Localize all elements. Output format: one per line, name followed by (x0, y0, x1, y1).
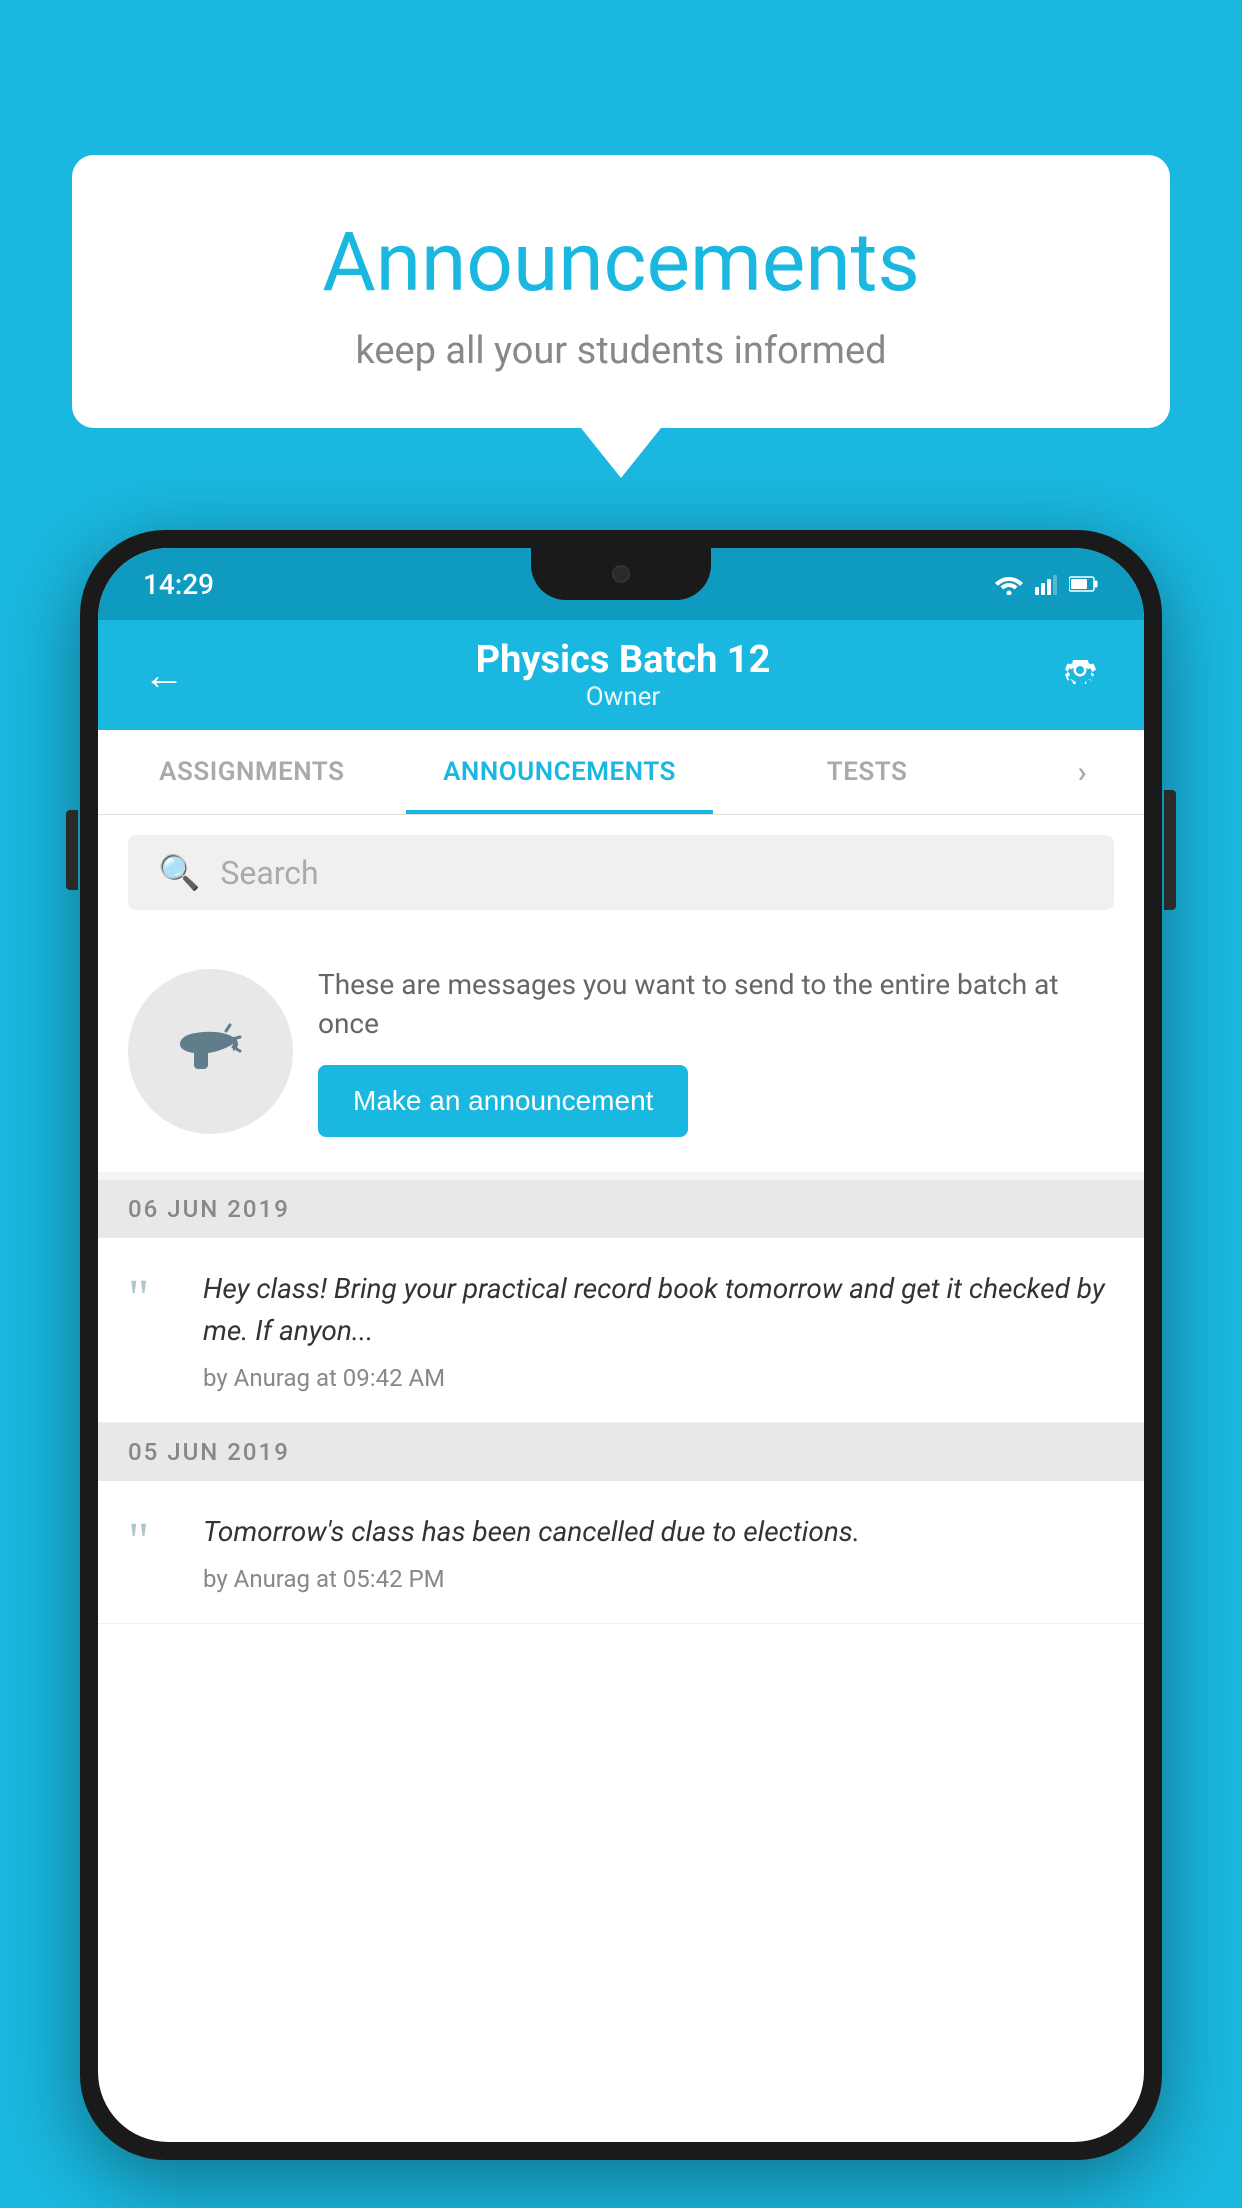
notch (531, 548, 711, 600)
status-icons (995, 573, 1099, 595)
app-bar-title: Physics Batch 12 (195, 638, 1051, 682)
back-button[interactable]: ← (133, 641, 195, 710)
tab-bar: ASSIGNMENTS ANNOUNCEMENTS TESTS › (98, 730, 1144, 815)
app-bar: ← Physics Batch 12 Owner (98, 620, 1144, 730)
app-bar-subtitle: Owner (195, 682, 1051, 712)
phone-mockup: 14:29 (80, 530, 1162, 2208)
tab-more[interactable]: › (1021, 730, 1144, 814)
make-announcement-button[interactable]: Make an announcement (318, 1065, 688, 1137)
promo-card: These are messages you want to send to t… (98, 930, 1144, 1172)
promo-content: These are messages you want to send to t… (318, 965, 1114, 1137)
app-bar-title-section: Physics Batch 12 Owner (195, 638, 1051, 712)
announcement-meta-2: by Anurag at 05:42 PM (203, 1565, 1114, 1593)
search-placeholder: Search (220, 854, 318, 892)
search-section: 🔍 Search (98, 815, 1144, 930)
promo-description: These are messages you want to send to t… (318, 965, 1114, 1043)
status-time: 14:29 (143, 568, 214, 601)
announcement-content-1: Hey class! Bring your practical record b… (203, 1268, 1114, 1392)
search-icon: 🔍 (158, 853, 200, 893)
search-bar[interactable]: 🔍 Search (128, 835, 1114, 910)
megaphone-icon (168, 1009, 253, 1094)
announcement-item-1[interactable]: " Hey class! Bring your practical record… (98, 1238, 1144, 1423)
speech-bubble-arrow (581, 428, 661, 478)
speech-bubble-subtitle: keep all your students informed (132, 329, 1110, 373)
battery-icon (1069, 575, 1099, 593)
announcement-icon-circle (128, 969, 293, 1134)
date-separator-1: 06 JUN 2019 (98, 1180, 1144, 1238)
wifi-icon (995, 573, 1023, 595)
speech-bubble-title: Announcements (132, 215, 1110, 311)
settings-button[interactable] (1051, 641, 1109, 709)
tab-announcements[interactable]: ANNOUNCEMENTS (406, 730, 714, 814)
announcement-item-2[interactable]: " Tomorrow's class has been cancelled du… (98, 1481, 1144, 1624)
announcement-text-2: Tomorrow's class has been cancelled due … (203, 1511, 1114, 1553)
announcement-content-2: Tomorrow's class has been cancelled due … (203, 1511, 1114, 1593)
announcement-text-1: Hey class! Bring your practical record b… (203, 1268, 1114, 1352)
announcement-meta-1: by Anurag at 09:42 AM (203, 1364, 1114, 1392)
signal-icon (1035, 573, 1057, 595)
quote-icon-2: " (128, 1516, 178, 1568)
tab-assignments[interactable]: ASSIGNMENTS (98, 730, 406, 814)
tab-tests[interactable]: TESTS (713, 730, 1021, 814)
speech-bubble: Announcements keep all your students inf… (72, 155, 1170, 428)
phone-outer: 14:29 (80, 530, 1162, 2160)
content-area: 🔍 Search (98, 815, 1144, 1624)
status-bar: 14:29 (98, 548, 1144, 620)
speech-bubble-section: Announcements keep all your students inf… (72, 155, 1170, 478)
phone-inner: 14:29 (98, 548, 1144, 2142)
gear-icon (1061, 651, 1099, 689)
camera-dot (612, 565, 630, 583)
quote-icon-1: " (128, 1273, 178, 1325)
date-separator-2: 05 JUN 2019 (98, 1423, 1144, 1481)
